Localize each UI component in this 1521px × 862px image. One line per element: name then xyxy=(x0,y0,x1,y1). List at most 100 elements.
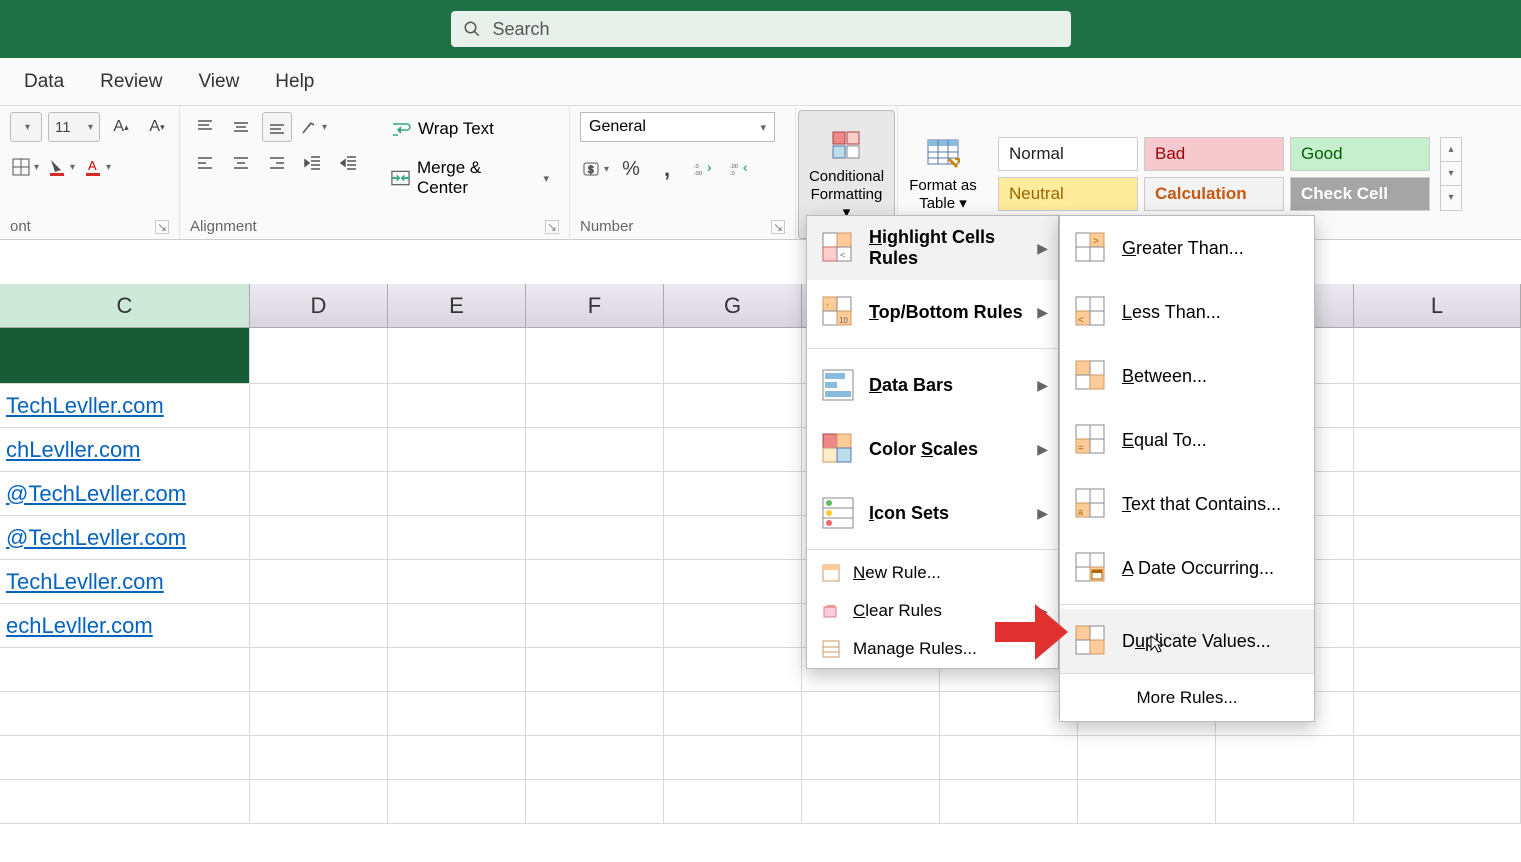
merge-center-button[interactable]: Merge & Center ▾ xyxy=(380,152,559,204)
svg-text:<: < xyxy=(1078,315,1084,326)
less-than-icon: < xyxy=(1074,295,1108,329)
conditional-formatting-icon xyxy=(829,128,865,164)
align-center-button[interactable] xyxy=(226,148,256,178)
font-group-label: ont xyxy=(10,218,31,235)
orientation-button[interactable] xyxy=(298,112,328,142)
cond-format-label1: Conditional xyxy=(809,168,884,185)
align-bottom-button[interactable] xyxy=(262,112,292,142)
search-box[interactable]: Search xyxy=(451,11,1071,47)
merge-center-icon xyxy=(390,167,411,189)
cell-header-selected[interactable] xyxy=(0,328,250,383)
number-group-launcher[interactable]: ↘ xyxy=(771,220,785,234)
tab-help[interactable]: Help xyxy=(257,71,332,93)
menu-highlight-label: ighlight Cells Rules xyxy=(869,227,995,268)
tab-data[interactable]: Data xyxy=(6,71,82,93)
increase-font-size-button[interactable]: A▴ xyxy=(106,112,136,142)
font-color-button[interactable]: A xyxy=(82,152,112,182)
svg-text:a: a xyxy=(1078,507,1083,517)
font-group-launcher[interactable]: ↘ xyxy=(155,220,169,234)
decrease-font-size-button[interactable]: A▾ xyxy=(142,112,172,142)
menu-highlight-cells-rules[interactable]: < Highlight Cells Rules ▶ xyxy=(807,216,1058,280)
style-good[interactable]: Good xyxy=(1290,137,1430,171)
ribbon-group-number: General▾ $ % , .0.00 .00.0 Number ↘ xyxy=(570,106,796,239)
submenu-duplicate-label: Duplicate Values... xyxy=(1122,631,1271,652)
number-group-label: Number xyxy=(580,218,633,235)
font-size-dropdown[interactable]: 11 xyxy=(48,112,100,142)
submenu-duplicate-values[interactable]: Duplicate Values... xyxy=(1060,609,1314,673)
number-format-dropdown[interactable]: General▾ xyxy=(580,112,775,142)
col-header-f[interactable]: F xyxy=(526,284,664,327)
menu-color-scales[interactable]: Color Scales ▶ xyxy=(807,417,1058,481)
style-bad[interactable]: Bad xyxy=(1144,137,1284,171)
submenu-more-rules[interactable]: More Rules... xyxy=(1060,673,1314,721)
style-check-cell[interactable]: Check Cell xyxy=(1290,177,1430,211)
svg-text:<: < xyxy=(840,250,845,260)
submenu-greater-than[interactable]: > Greater Than... xyxy=(1060,216,1314,280)
borders-button[interactable] xyxy=(10,152,40,182)
decrease-decimal-button[interactable]: .00.0 xyxy=(724,154,754,184)
number-format-value: General xyxy=(589,118,646,136)
menu-bar: Data Review View Help xyxy=(0,58,1521,106)
align-top-button[interactable] xyxy=(190,112,220,142)
menu-data-bars[interactable]: Data Bars ▶ xyxy=(807,353,1058,417)
cell-b4[interactable]: @TechLevller.com xyxy=(0,472,250,515)
wrap-text-icon xyxy=(390,118,412,140)
submenu-between[interactable]: Between... xyxy=(1060,344,1314,408)
style-calculation[interactable]: Calculation xyxy=(1144,177,1284,211)
percent-style-button[interactable]: % xyxy=(616,154,646,184)
submenu-less-than[interactable]: < Less Than... xyxy=(1060,280,1314,344)
submenu-less-label: ess Than... xyxy=(1132,302,1221,322)
menu-new-rule[interactable]: New Rule... xyxy=(807,554,1058,592)
cell-b7[interactable]: echLevller.com xyxy=(0,604,250,647)
new-rule-icon xyxy=(821,563,841,583)
clear-rules-icon xyxy=(821,601,841,621)
cell-b2[interactable]: TechLevller.com xyxy=(0,384,250,427)
alignment-group-launcher[interactable]: ↘ xyxy=(545,220,559,234)
comma-style-button[interactable]: , xyxy=(652,154,682,184)
styles-more-button[interactable]: ▴▾▾ xyxy=(1440,137,1462,211)
col-header-l[interactable]: L xyxy=(1354,284,1521,327)
svg-text:>: > xyxy=(1093,236,1099,247)
align-middle-button[interactable] xyxy=(226,112,256,142)
cell-b6[interactable]: TechLevller.com xyxy=(0,560,250,603)
tab-view[interactable]: View xyxy=(180,71,257,93)
duplicate-values-icon xyxy=(1074,624,1108,658)
col-header-d[interactable]: D xyxy=(250,284,388,327)
align-right-button[interactable] xyxy=(262,148,292,178)
svg-text:.0: .0 xyxy=(694,164,700,170)
menu-manage-label: Manage Rules... xyxy=(853,639,977,659)
cond-format-label2: Formatting xyxy=(811,186,883,203)
col-header-g[interactable]: G xyxy=(664,284,802,327)
tab-review[interactable]: Review xyxy=(82,71,180,93)
col-header-c[interactable]: C xyxy=(0,284,250,327)
submenu-text-contains[interactable]: a Text that Contains... xyxy=(1060,472,1314,536)
menu-top-bottom-rules[interactable]: ↑10 Top/Bottom Rules ▶ xyxy=(807,280,1058,344)
increase-indent-button[interactable] xyxy=(334,148,364,178)
cell-b3[interactable]: chLevller.com xyxy=(0,428,250,471)
format-table-label2: Table xyxy=(919,195,955,212)
increase-decimal-button[interactable]: .0.00 xyxy=(688,154,718,184)
svg-text:A: A xyxy=(88,158,97,173)
cell-b5[interactable]: @TechLevller.com xyxy=(0,516,250,559)
align-left-button[interactable] xyxy=(190,148,220,178)
alignment-group-label: Alignment xyxy=(190,218,257,235)
accounting-format-button[interactable]: $ xyxy=(580,154,610,184)
svg-text:↑: ↑ xyxy=(825,301,829,310)
menu-clear-label: lear Rules xyxy=(865,601,942,620)
annotation-arrow-icon xyxy=(990,592,1070,672)
fill-color-button[interactable] xyxy=(46,152,76,182)
equal-to-icon: = xyxy=(1074,423,1108,457)
menu-icon-sets[interactable]: Icon Sets ▶ xyxy=(807,481,1058,545)
decrease-indent-button[interactable] xyxy=(298,148,328,178)
menu-colorscales-label: Color Scales xyxy=(869,439,978,460)
style-normal[interactable]: Normal xyxy=(998,137,1138,171)
color-scales-icon xyxy=(821,432,855,466)
submenu-equal-label: qual To... xyxy=(1134,430,1207,450)
submenu-date-occurring[interactable]: A Date Occurring... xyxy=(1060,536,1314,600)
col-header-e[interactable]: E xyxy=(388,284,526,327)
font-name-dropdown[interactable] xyxy=(10,112,42,142)
title-bar: Search xyxy=(0,0,1521,58)
submenu-equal-to[interactable]: = Equal To... xyxy=(1060,408,1314,472)
style-neutral[interactable]: Neutral xyxy=(998,177,1138,211)
wrap-text-button[interactable]: Wrap Text xyxy=(380,112,559,146)
